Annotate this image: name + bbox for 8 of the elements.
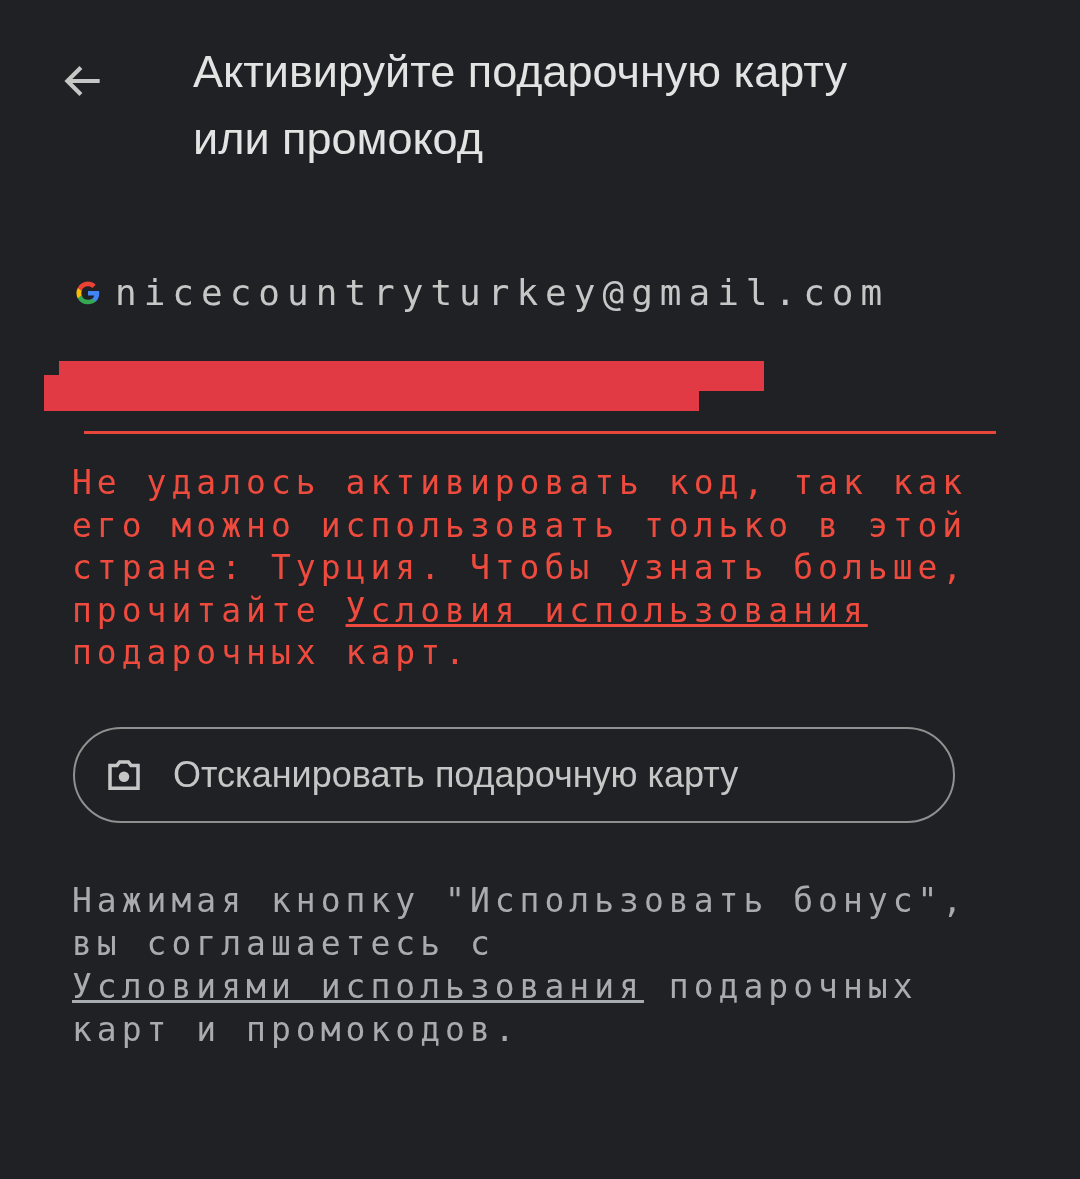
scan-card-button[interactable]: Отсканировать подарочную карту	[73, 726, 955, 823]
terms-link[interactable]: Условиями использования	[72, 966, 644, 1006]
error-message: Не удалось активировать код, так как его можно использовать только в этой стране: Турция. Чтобы узнать больше, прочитайте Условия использования подарочных карт.	[72, 462, 969, 674]
code-field-underline[interactable]	[84, 431, 996, 434]
terms-text: Нажимая кнопку "Использовать бонус", вы соглашаетесь с Условиями использования подарочных карт и промокодов.	[72, 879, 969, 1051]
page-title: Активируйте подарочную карту или промокод	[193, 45, 848, 166]
account-email: nicecountryturkey@gmail.com	[115, 272, 890, 313]
terms-link[interactable]: Условия использования	[345, 590, 868, 630]
